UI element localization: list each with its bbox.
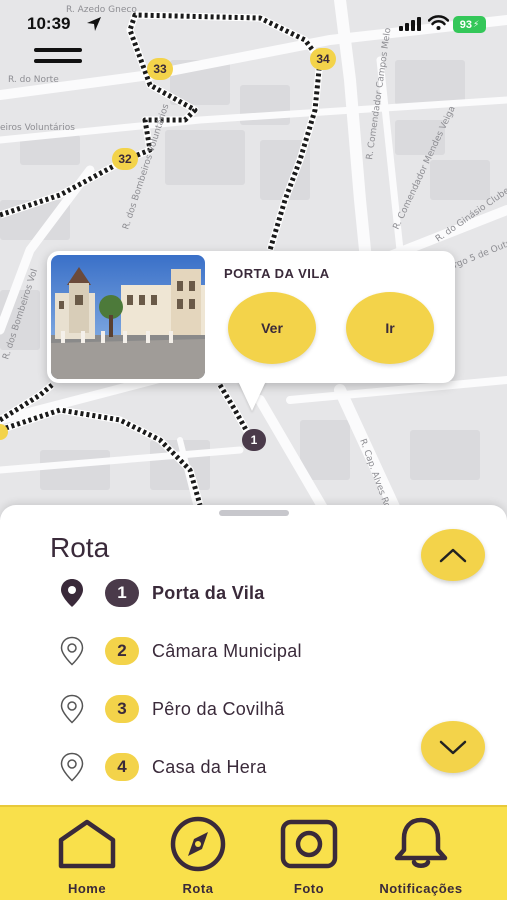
stop-number: 4 (105, 753, 139, 781)
stop-name: Casa da Hera (152, 756, 267, 777)
map-pin-outline-icon (58, 635, 86, 667)
tab-label: Notificações (379, 881, 463, 896)
status-bar: 10:39 93 ⚡ (0, 0, 507, 48)
location-arrow-icon (87, 17, 101, 31)
map-pin-outline-icon (58, 693, 86, 725)
location-popup: PORTA DA VILA Ver Ir (47, 251, 455, 411)
street-label: eiros Voluntários (0, 123, 75, 133)
tab-foto[interactable]: Foto (254, 815, 364, 896)
view-button[interactable]: Ver (228, 292, 316, 364)
cellular-signal-icon (399, 17, 421, 31)
hamburger-line (34, 59, 82, 63)
stop-name: Pêro da Covilhã (152, 698, 285, 719)
location-photo[interactable] (51, 255, 205, 379)
stop-item-3[interactable]: 3 Pêro da Covilhã (58, 689, 418, 729)
stop-number: 3 (105, 695, 139, 723)
home-icon (57, 815, 117, 873)
stop-name: Porta da Vila (152, 582, 265, 603)
go-button[interactable]: Ir (346, 292, 434, 364)
route-marker-32[interactable]: 32 (112, 148, 138, 170)
tab-label: Rota (182, 881, 214, 896)
chevron-up-icon (439, 548, 467, 563)
camera-icon (279, 815, 339, 873)
battery-level: 93 (459, 18, 472, 31)
stop-number: 2 (105, 637, 139, 665)
tab-label: Foto (293, 881, 325, 896)
route-marker-34[interactable]: 34 (310, 48, 336, 70)
route-marker-33[interactable]: 33 (147, 58, 173, 80)
map-pin-filled-icon (58, 577, 86, 609)
popup-pointer (238, 381, 266, 411)
popup-title: PORTA DA VILA (224, 266, 330, 281)
stop-item-4[interactable]: 4 Casa da Hera (58, 747, 418, 787)
tab-home[interactable]: Home (32, 815, 142, 896)
stop-name: Câmara Municipal (152, 640, 302, 661)
chevron-down-icon (439, 740, 467, 755)
hamburger-line (34, 48, 82, 52)
route-sheet: Rota 1 Porta da Vila 2 Câmara Municipal … (0, 505, 507, 805)
sheet-grabber[interactable] (219, 510, 289, 516)
scroll-down-button[interactable] (421, 721, 485, 773)
stop-item-2[interactable]: 2 Câmara Municipal (58, 631, 418, 671)
tab-label: Home (67, 881, 107, 896)
tab-bar: Home Rota Foto Notificações (0, 805, 507, 900)
street-label: R. do Norte (8, 75, 59, 85)
tab-rota[interactable]: Rota (143, 815, 253, 896)
battery-indicator: 93 ⚡ (453, 16, 486, 33)
menu-button[interactable] (34, 48, 82, 72)
wifi-icon (428, 15, 449, 30)
stop-item-1[interactable]: 1 Porta da Vila (58, 573, 418, 613)
status-time: 10:39 (27, 14, 71, 33)
stop-number: 1 (105, 579, 139, 607)
sheet-title: Rota (50, 532, 110, 563)
map-pin-outline-icon (58, 751, 86, 783)
scroll-up-button[interactable] (421, 529, 485, 581)
bell-icon (391, 815, 451, 873)
compass-icon (168, 815, 228, 873)
tab-notificacoes[interactable]: Notificações (366, 815, 476, 896)
route-marker-1[interactable]: 1 (242, 429, 266, 451)
